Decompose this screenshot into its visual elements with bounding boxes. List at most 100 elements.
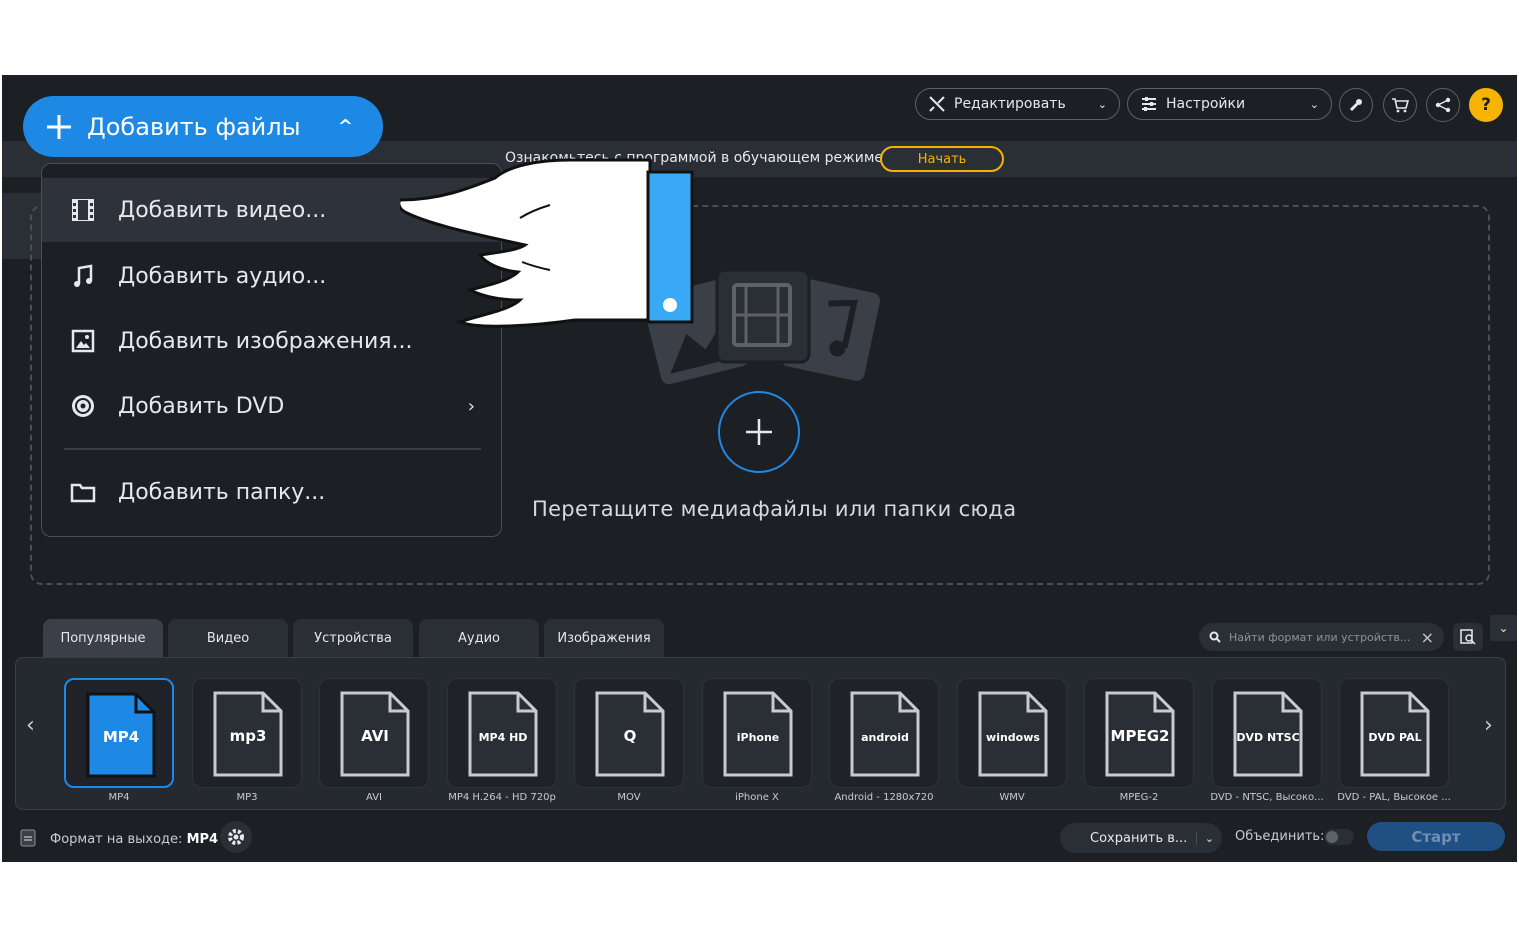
image-icon <box>70 328 96 354</box>
format-label: DVD - NTSC, Высоко... <box>1210 792 1324 803</box>
plus-icon <box>47 114 71 139</box>
tab-popular[interactable]: Популярные <box>43 619 163 657</box>
device-search-button[interactable] <box>1453 623 1483 651</box>
tools-icon <box>929 96 945 112</box>
settings-label: Настройки <box>1166 96 1246 112</box>
output-format-text: Формат на выходе: MP4 <box>50 832 218 847</box>
format-tile[interactable]: AVI <box>319 678 429 788</box>
format-carousel: ‹ › MP4 MP4 mp3 MP3 AVI AVI MP4 HD MP4 H.264 - … <box>15 657 1506 810</box>
start-button[interactable]: Старт <box>1367 822 1505 851</box>
wrench-icon <box>1349 99 1362 112</box>
format-icon: DVD NTSC <box>1233 691 1303 777</box>
wrench-button[interactable] <box>1339 88 1373 122</box>
menu-divider <box>64 448 481 450</box>
carousel-next-icon[interactable]: › <box>1484 713 1493 738</box>
format-tile[interactable]: DVD PAL <box>1339 678 1449 788</box>
format-tile[interactable]: Q <box>574 678 684 788</box>
format-icon: AVI <box>340 691 410 777</box>
tab-audio[interactable]: Аудио <box>419 619 539 657</box>
format-tile[interactable]: mp3 <box>192 678 302 788</box>
gear-icon <box>228 829 244 845</box>
tutorial-start-button[interactable]: Начать <box>880 146 1004 172</box>
menu-item-label: Добавить DVD <box>118 393 285 419</box>
format-icon: Q <box>595 691 665 777</box>
menu-item-label: Добавить видео... <box>118 197 327 223</box>
format-tile[interactable]: MP4 <box>64 678 174 788</box>
status-bar: Формат на выходе: MP4 Сохранить в... ⌄ О… <box>2 815 1517 862</box>
chevron-right-icon: › <box>467 395 475 417</box>
app-window: Редактировать ⌄ Настройки ⌄ ? Ознакомьте… <box>2 75 1517 862</box>
format-icon: DVD PAL <box>1360 691 1430 777</box>
format-tile[interactable]: MPEG2 <box>1084 678 1194 788</box>
format-label: iPhone X <box>735 792 779 803</box>
format-icon: windows <box>978 691 1048 777</box>
format-label: WMV <box>999 792 1025 803</box>
format-label: Android - 1280x720 <box>834 792 934 803</box>
chevron-down-icon: ⌄ <box>1309 97 1319 111</box>
chevron-up-icon: ^ <box>337 116 353 137</box>
format-label: MPEG-2 <box>1119 792 1159 803</box>
share-icon <box>1435 97 1451 113</box>
format-tile[interactable]: iPhone <box>702 678 812 788</box>
search-placeholder: Найти формат или устройств... <box>1229 630 1411 644</box>
format-search-input[interactable]: Найти формат или устройств... × <box>1199 623 1444 651</box>
format-badge: DVD PAL <box>1368 731 1421 744</box>
format-icon: mp3 <box>213 691 283 777</box>
output-format-label: Формат на выходе: <box>50 832 183 847</box>
output-settings-button[interactable] <box>220 821 252 853</box>
help-button[interactable]: ? <box>1469 88 1503 122</box>
format-label: MP4 H.264 - HD 720p <box>448 792 556 803</box>
menu-item-add-folder[interactable]: Добавить папку... <box>42 460 501 524</box>
collapse-panel-button[interactable]: ⌄ <box>1490 615 1517 641</box>
clear-icon[interactable]: × <box>1421 628 1434 647</box>
format-badge: mp3 <box>230 727 267 745</box>
menu-item-label: Добавить папку... <box>118 479 326 505</box>
format-panel: Популярные Видео Устройства Аудио Изобра… <box>2 615 1517 862</box>
format-badge: MPEG2 <box>1111 727 1170 745</box>
format-tile[interactable]: android <box>829 678 939 788</box>
format-tile[interactable]: MP4 HD <box>447 678 557 788</box>
sliders-icon <box>1142 97 1156 111</box>
merge-toggle[interactable] <box>1324 829 1354 845</box>
format-badge: DVD NTSC <box>1236 731 1299 744</box>
save-to-dropdown[interactable]: Сохранить в... ⌄ <box>1060 823 1222 853</box>
music-note-icon <box>70 263 96 289</box>
hand-pointer-icon <box>400 158 694 328</box>
device-search-icon <box>1460 629 1476 645</box>
format-label: MOV <box>617 792 641 803</box>
help-icon: ? <box>1481 95 1491 115</box>
format-tile[interactable]: windows <box>957 678 1067 788</box>
format-icon: MP4 HD <box>468 691 538 777</box>
format-icon: MP4 <box>86 692 156 778</box>
add-files-button[interactable]: Добавить файлы ^ <box>23 96 383 157</box>
drop-zone-text: Перетащите медиафайлы или папки сюда <box>532 497 1017 521</box>
merge-label: Объединить: <box>1235 829 1325 844</box>
tab-video[interactable]: Видео <box>168 619 288 657</box>
format-label: DVD - PAL, Высокое ... <box>1337 792 1451 803</box>
format-tile[interactable]: DVD NTSC <box>1212 678 1322 788</box>
output-format-value: MP4 <box>186 832 219 847</box>
edit-dropdown[interactable]: Редактировать ⌄ <box>915 88 1120 120</box>
menu-item-label: Добавить изображения... <box>118 328 413 354</box>
share-button[interactable] <box>1426 88 1460 122</box>
disc-icon <box>70 393 96 419</box>
format-icon: iPhone <box>723 691 793 777</box>
format-badge: iPhone <box>737 731 780 744</box>
settings-dropdown[interactable]: Настройки ⌄ <box>1127 88 1332 120</box>
format-badge: Q <box>624 727 637 745</box>
format-label: MP3 <box>236 792 258 803</box>
output-file-icon <box>20 829 36 847</box>
tab-images[interactable]: Изображения <box>544 619 664 657</box>
format-badge: MP4 HD <box>479 731 528 744</box>
format-badge: AVI <box>361 727 389 745</box>
carousel-prev-icon[interactable]: ‹ <box>26 713 35 738</box>
format-label: AVI <box>366 792 382 803</box>
menu-item-add-dvd[interactable]: Добавить DVD › <box>42 374 501 438</box>
plus-icon <box>746 419 772 445</box>
cart-button[interactable] <box>1383 88 1417 122</box>
format-icon: android <box>850 691 920 777</box>
add-files-label: Добавить файлы <box>87 112 301 141</box>
edit-label: Редактировать <box>954 96 1066 112</box>
add-media-button[interactable] <box>718 391 800 473</box>
tab-devices[interactable]: Устройства <box>293 619 413 657</box>
